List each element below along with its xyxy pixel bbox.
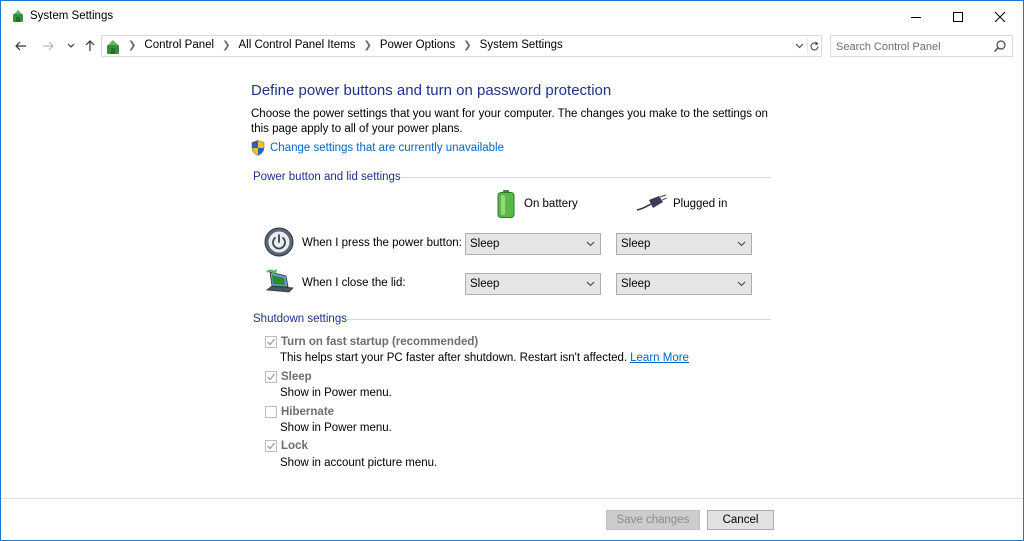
page-title: Define power buttons and turn on passwor… — [251, 82, 612, 99]
back-button[interactable] — [12, 37, 30, 55]
select-value: Sleep — [470, 278, 500, 290]
sleep-checkbox[interactable] — [265, 371, 277, 383]
close-icon — [995, 11, 1005, 22]
sleep-description: Show in Power menu. — [280, 387, 392, 399]
checkmark-icon — [267, 373, 276, 381]
chevron-down-icon — [795, 43, 803, 49]
breadcrumb-separator-icon: ❯ — [128, 39, 137, 51]
change-unavailable-settings-link[interactable]: Change settings that are currently unava… — [270, 142, 504, 154]
lock-description: Show in account picture menu. — [280, 457, 438, 469]
back-arrow-icon — [15, 41, 26, 51]
elevate-settings-link-row[interactable]: Change settings that are currently unava… — [251, 140, 504, 156]
maximize-button[interactable] — [935, 1, 981, 32]
page-description: Choose the power settings that you want … — [251, 108, 768, 135]
fast-startup-desc-text: This helps start your PC faster after sh… — [280, 352, 628, 364]
lock-label: Lock — [281, 440, 308, 452]
address-bar[interactable]: ❯ Control Panel ❯ All Control Panel Item… — [101, 35, 822, 57]
select-value: Sleep — [621, 238, 651, 250]
uac-shield-icon — [251, 140, 265, 156]
maximize-icon — [953, 11, 963, 22]
lock-option: Lock — [265, 440, 308, 452]
breadcrumb-control-panel[interactable]: Control Panel — [144, 39, 214, 51]
breadcrumb-power-options[interactable]: Power Options — [380, 39, 455, 51]
up-button[interactable] — [81, 37, 99, 55]
main-content: Define power buttons and turn on passwor… — [1, 60, 1023, 498]
checkmark-icon — [267, 338, 276, 346]
control-panel-icon — [13, 10, 23, 22]
save-changes-button[interactable]: Save changes — [606, 510, 700, 530]
address-history-button[interactable] — [792, 38, 806, 54]
breadcrumb-separator-icon[interactable]: ❯ — [222, 40, 230, 51]
system-settings-window: System Settings ❯ Control Panel ❯ All Co… — [0, 0, 1024, 541]
window-title: System Settings — [30, 10, 114, 22]
chevron-down-icon — [67, 43, 75, 48]
checkmark-icon — [267, 442, 276, 450]
cancel-button[interactable]: Cancel — [707, 510, 774, 530]
breadcrumb-separator-icon[interactable]: ❯ — [463, 40, 471, 51]
recent-locations-button[interactable] — [62, 37, 80, 55]
minimize-button[interactable] — [893, 1, 939, 32]
fast-startup-checkbox[interactable] — [265, 336, 277, 348]
lid-row-label: When I close the lid: — [302, 277, 406, 289]
column-header-battery: On battery — [496, 190, 578, 218]
search-box[interactable] — [830, 35, 1013, 57]
title-bar: System Settings — [1, 1, 1023, 32]
lock-checkbox[interactable] — [265, 440, 277, 452]
search-icon[interactable] — [993, 39, 1007, 53]
power-button-plugged-select[interactable]: Sleep — [616, 233, 752, 255]
section-divider — [346, 319, 771, 320]
hibernate-checkbox[interactable] — [265, 406, 277, 418]
section-divider — [400, 177, 771, 178]
column-label-battery: On battery — [524, 198, 578, 210]
close-button[interactable] — [977, 1, 1023, 32]
select-value: Sleep — [621, 278, 651, 290]
chevron-down-icon — [586, 241, 595, 247]
select-value: Sleep — [470, 238, 500, 250]
shutdown-section-title: Shutdown settings — [253, 313, 347, 325]
navigation-bar: ❯ Control Panel ❯ All Control Panel Item… — [1, 32, 1023, 60]
plug-icon — [636, 194, 667, 211]
chevron-down-icon — [737, 281, 746, 287]
hibernate-description: Show in Power menu. — [280, 422, 392, 434]
sleep-option: Sleep — [265, 371, 312, 383]
fast-startup-label: Turn on fast startup (recommended) — [281, 336, 479, 348]
breadcrumb-separator-icon[interactable]: ❯ — [363, 40, 371, 51]
refresh-button[interactable] — [807, 38, 821, 54]
minimize-icon — [911, 16, 921, 18]
chevron-down-icon — [737, 241, 746, 247]
battery-icon — [497, 190, 515, 218]
hibernate-option: Hibernate — [265, 406, 334, 418]
hibernate-label: Hibernate — [281, 406, 335, 418]
forward-arrow-icon — [43, 41, 54, 51]
forward-button[interactable] — [39, 37, 57, 55]
column-header-plugged: Plugged in — [635, 194, 727, 214]
refresh-icon — [810, 41, 819, 50]
power-section-title: Power button and lid settings — [253, 171, 401, 183]
search-input[interactable] — [836, 39, 986, 54]
lid-plugged-select[interactable]: Sleep — [616, 273, 752, 295]
sleep-label: Sleep — [281, 371, 312, 383]
laptop-lid-icon — [265, 269, 294, 293]
breadcrumb-system-settings[interactable]: System Settings — [480, 39, 563, 51]
up-arrow-icon — [85, 40, 95, 51]
chevron-down-icon — [586, 281, 595, 287]
learn-more-link[interactable]: Learn More — [630, 352, 689, 364]
column-label-plugged: Plugged in — [673, 198, 728, 210]
power-button-row-label: When I press the power button: — [302, 237, 462, 249]
power-button-icon — [264, 227, 294, 257]
fast-startup-option: Turn on fast startup (recommended) — [265, 336, 478, 348]
footer-bar: Save changes Cancel — [1, 498, 1023, 540]
breadcrumb: ❯ Control Panel ❯ All Control Panel Item… — [124, 39, 563, 51]
control-panel-icon — [107, 40, 119, 54]
breadcrumb-all-items[interactable]: All Control Panel Items — [238, 39, 355, 51]
power-button-battery-select[interactable]: Sleep — [465, 233, 601, 255]
fast-startup-description: This helps start your PC faster after sh… — [280, 352, 689, 364]
lid-battery-select[interactable]: Sleep — [465, 273, 601, 295]
